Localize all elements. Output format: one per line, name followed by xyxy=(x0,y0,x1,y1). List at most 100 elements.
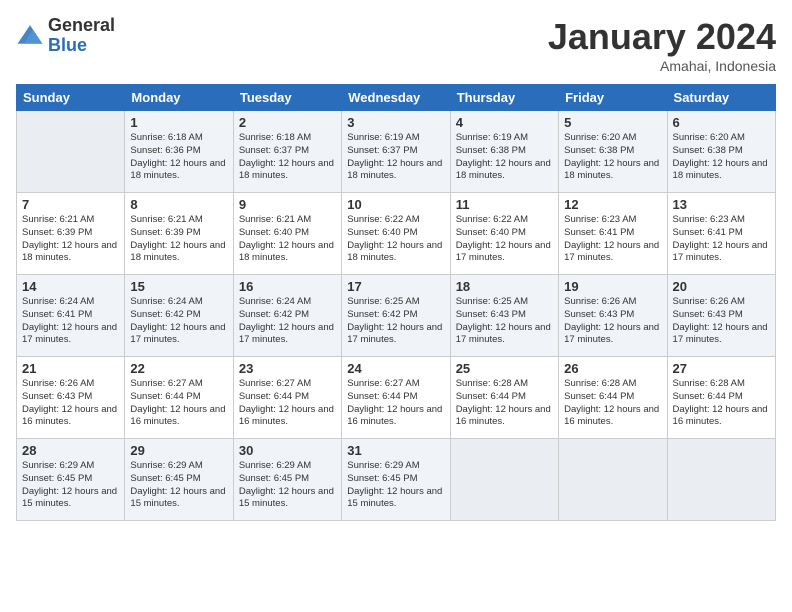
day-number: 4 xyxy=(456,115,553,130)
day-info: Sunrise: 6:23 AM Sunset: 6:41 PM Dayligh… xyxy=(673,214,770,265)
calendar-week-row: 14 Sunrise: 6:24 AM Sunset: 6:41 PM Dayli… xyxy=(17,275,776,357)
day-number: 18 xyxy=(456,279,553,294)
day-info: Sunrise: 6:25 AM Sunset: 6:43 PM Dayligh… xyxy=(456,296,553,347)
day-info: Sunrise: 6:19 AM Sunset: 6:37 PM Dayligh… xyxy=(347,132,444,183)
day-number: 15 xyxy=(130,279,227,294)
calendar-day-cell: 7 Sunrise: 6:21 AM Sunset: 6:39 PM Daylig… xyxy=(17,193,125,275)
day-info: Sunrise: 6:25 AM Sunset: 6:42 PM Dayligh… xyxy=(347,296,444,347)
day-info: Sunrise: 6:28 AM Sunset: 6:44 PM Dayligh… xyxy=(673,378,770,429)
day-info: Sunrise: 6:18 AM Sunset: 6:36 PM Dayligh… xyxy=(130,132,227,183)
day-number: 27 xyxy=(673,361,770,376)
calendar-week-row: 7 Sunrise: 6:21 AM Sunset: 6:39 PM Daylig… xyxy=(17,193,776,275)
day-number: 6 xyxy=(673,115,770,130)
day-number: 1 xyxy=(130,115,227,130)
day-info: Sunrise: 6:19 AM Sunset: 6:38 PM Dayligh… xyxy=(456,132,553,183)
day-info: Sunrise: 6:20 AM Sunset: 6:38 PM Dayligh… xyxy=(564,132,661,183)
day-number: 31 xyxy=(347,443,444,458)
calendar-week-row: 1 Sunrise: 6:18 AM Sunset: 6:36 PM Daylig… xyxy=(17,111,776,193)
day-info: Sunrise: 6:29 AM Sunset: 6:45 PM Dayligh… xyxy=(22,460,119,511)
day-number: 19 xyxy=(564,279,661,294)
day-number: 14 xyxy=(22,279,119,294)
day-info: Sunrise: 6:26 AM Sunset: 6:43 PM Dayligh… xyxy=(673,296,770,347)
day-number: 16 xyxy=(239,279,336,294)
calendar-day-cell: 23 Sunrise: 6:27 AM Sunset: 6:44 PM Dayli… xyxy=(233,357,341,439)
day-number: 25 xyxy=(456,361,553,376)
day-info: Sunrise: 6:28 AM Sunset: 6:44 PM Dayligh… xyxy=(564,378,661,429)
logo-icon xyxy=(16,22,44,50)
day-number: 13 xyxy=(673,197,770,212)
calendar-day-cell: 2Sunrise: 6:18 AM Sunset: 6:37 PM Daylig… xyxy=(233,111,341,193)
day-number: 17 xyxy=(347,279,444,294)
calendar-day-cell: 31 Sunrise: 6:29 AM Sunset: 6:45 PM Dayli… xyxy=(342,439,450,521)
day-header: Saturday xyxy=(667,85,775,111)
day-info: Sunrise: 6:27 AM Sunset: 6:44 PM Dayligh… xyxy=(130,378,227,429)
day-info: Sunrise: 6:21 AM Sunset: 6:39 PM Dayligh… xyxy=(130,214,227,265)
calendar-day-cell: 30 Sunrise: 6:29 AM Sunset: 6:45 PM Dayli… xyxy=(233,439,341,521)
calendar-week-row: 21Sunrise: 6:26 AM Sunset: 6:43 PM Dayli… xyxy=(17,357,776,439)
page: General Blue January 2024 Amahai, Indone… xyxy=(0,0,792,612)
day-number: 7 xyxy=(22,197,119,212)
day-info: Sunrise: 6:21 AM Sunset: 6:39 PM Dayligh… xyxy=(22,214,119,265)
calendar-day-cell: 15 Sunrise: 6:24 AM Sunset: 6:42 PM Dayli… xyxy=(125,275,233,357)
day-info: Sunrise: 6:28 AM Sunset: 6:44 PM Dayligh… xyxy=(456,378,553,429)
calendar-day-cell: 11Sunrise: 6:22 AM Sunset: 6:40 PM Dayli… xyxy=(450,193,558,275)
day-info: Sunrise: 6:21 AM Sunset: 6:40 PM Dayligh… xyxy=(239,214,336,265)
logo-blue: Blue xyxy=(48,36,115,56)
location: Amahai, Indonesia xyxy=(548,58,776,74)
day-info: Sunrise: 6:22 AM Sunset: 6:40 PM Dayligh… xyxy=(456,214,553,265)
day-number: 30 xyxy=(239,443,336,458)
month-title: January 2024 xyxy=(548,16,776,58)
calendar-week-row: 28 Sunrise: 6:29 AM Sunset: 6:45 PM Dayli… xyxy=(17,439,776,521)
calendar-day-cell: 27 Sunrise: 6:28 AM Sunset: 6:44 PM Dayli… xyxy=(667,357,775,439)
day-number: 9 xyxy=(239,197,336,212)
day-header: Wednesday xyxy=(342,85,450,111)
day-info: Sunrise: 6:24 AM Sunset: 6:42 PM Dayligh… xyxy=(130,296,227,347)
logo: General Blue xyxy=(16,16,115,56)
calendar-day-cell: 18 Sunrise: 6:25 AM Sunset: 6:43 PM Dayli… xyxy=(450,275,558,357)
calendar-day-cell: 5 Sunrise: 6:20 AM Sunset: 6:38 PM Daylig… xyxy=(559,111,667,193)
calendar-day-cell: 13 Sunrise: 6:23 AM Sunset: 6:41 PM Dayli… xyxy=(667,193,775,275)
calendar-day-cell: 14 Sunrise: 6:24 AM Sunset: 6:41 PM Dayli… xyxy=(17,275,125,357)
day-number: 23 xyxy=(239,361,336,376)
day-info: Sunrise: 6:29 AM Sunset: 6:45 PM Dayligh… xyxy=(347,460,444,511)
day-header: Thursday xyxy=(450,85,558,111)
day-header: Monday xyxy=(125,85,233,111)
day-number: 12 xyxy=(564,197,661,212)
title-block: January 2024 Amahai, Indonesia xyxy=(548,16,776,74)
day-info: Sunrise: 6:27 AM Sunset: 6:44 PM Dayligh… xyxy=(239,378,336,429)
calendar-day-cell: 16 Sunrise: 6:24 AM Sunset: 6:42 PM Dayli… xyxy=(233,275,341,357)
calendar-day-cell: 17 Sunrise: 6:25 AM Sunset: 6:42 PM Dayli… xyxy=(342,275,450,357)
calendar-day-cell: 12Sunrise: 6:23 AM Sunset: 6:41 PM Dayli… xyxy=(559,193,667,275)
calendar-table: SundayMondayTuesdayWednesdayThursdayFrid… xyxy=(16,84,776,521)
calendar-day-cell xyxy=(450,439,558,521)
calendar-day-cell: 6 Sunrise: 6:20 AM Sunset: 6:38 PM Daylig… xyxy=(667,111,775,193)
calendar-day-cell: 26Sunrise: 6:28 AM Sunset: 6:44 PM Dayli… xyxy=(559,357,667,439)
day-number: 21 xyxy=(22,361,119,376)
calendar-header-row: SundayMondayTuesdayWednesdayThursdayFrid… xyxy=(17,85,776,111)
day-info: Sunrise: 6:20 AM Sunset: 6:38 PM Dayligh… xyxy=(673,132,770,183)
calendar-day-cell: 21Sunrise: 6:26 AM Sunset: 6:43 PM Dayli… xyxy=(17,357,125,439)
calendar-day-cell: 29Sunrise: 6:29 AM Sunset: 6:45 PM Dayli… xyxy=(125,439,233,521)
calendar-day-cell: 4 Sunrise: 6:19 AM Sunset: 6:38 PM Daylig… xyxy=(450,111,558,193)
calendar-day-cell: 1 Sunrise: 6:18 AM Sunset: 6:36 PM Daylig… xyxy=(125,111,233,193)
calendar-day-cell: 22 Sunrise: 6:27 AM Sunset: 6:44 PM Dayli… xyxy=(125,357,233,439)
logo-text: General Blue xyxy=(48,16,115,56)
day-info: Sunrise: 6:24 AM Sunset: 6:42 PM Dayligh… xyxy=(239,296,336,347)
day-number: 22 xyxy=(130,361,227,376)
calendar-day-cell: 19Sunrise: 6:26 AM Sunset: 6:43 PM Dayli… xyxy=(559,275,667,357)
day-number: 28 xyxy=(22,443,119,458)
calendar-day-cell: 24Sunrise: 6:27 AM Sunset: 6:44 PM Dayli… xyxy=(342,357,450,439)
calendar-day-cell: 28 Sunrise: 6:29 AM Sunset: 6:45 PM Dayli… xyxy=(17,439,125,521)
day-info: Sunrise: 6:29 AM Sunset: 6:45 PM Dayligh… xyxy=(130,460,227,511)
calendar-day-cell: 20Sunrise: 6:26 AM Sunset: 6:43 PM Dayli… xyxy=(667,275,775,357)
day-header: Sunday xyxy=(17,85,125,111)
day-info: Sunrise: 6:29 AM Sunset: 6:45 PM Dayligh… xyxy=(239,460,336,511)
logo-general: General xyxy=(48,16,115,36)
day-info: Sunrise: 6:22 AM Sunset: 6:40 PM Dayligh… xyxy=(347,214,444,265)
calendar-day-cell xyxy=(559,439,667,521)
calendar-day-cell xyxy=(667,439,775,521)
day-number: 8 xyxy=(130,197,227,212)
day-number: 24 xyxy=(347,361,444,376)
day-info: Sunrise: 6:24 AM Sunset: 6:41 PM Dayligh… xyxy=(22,296,119,347)
day-number: 5 xyxy=(564,115,661,130)
